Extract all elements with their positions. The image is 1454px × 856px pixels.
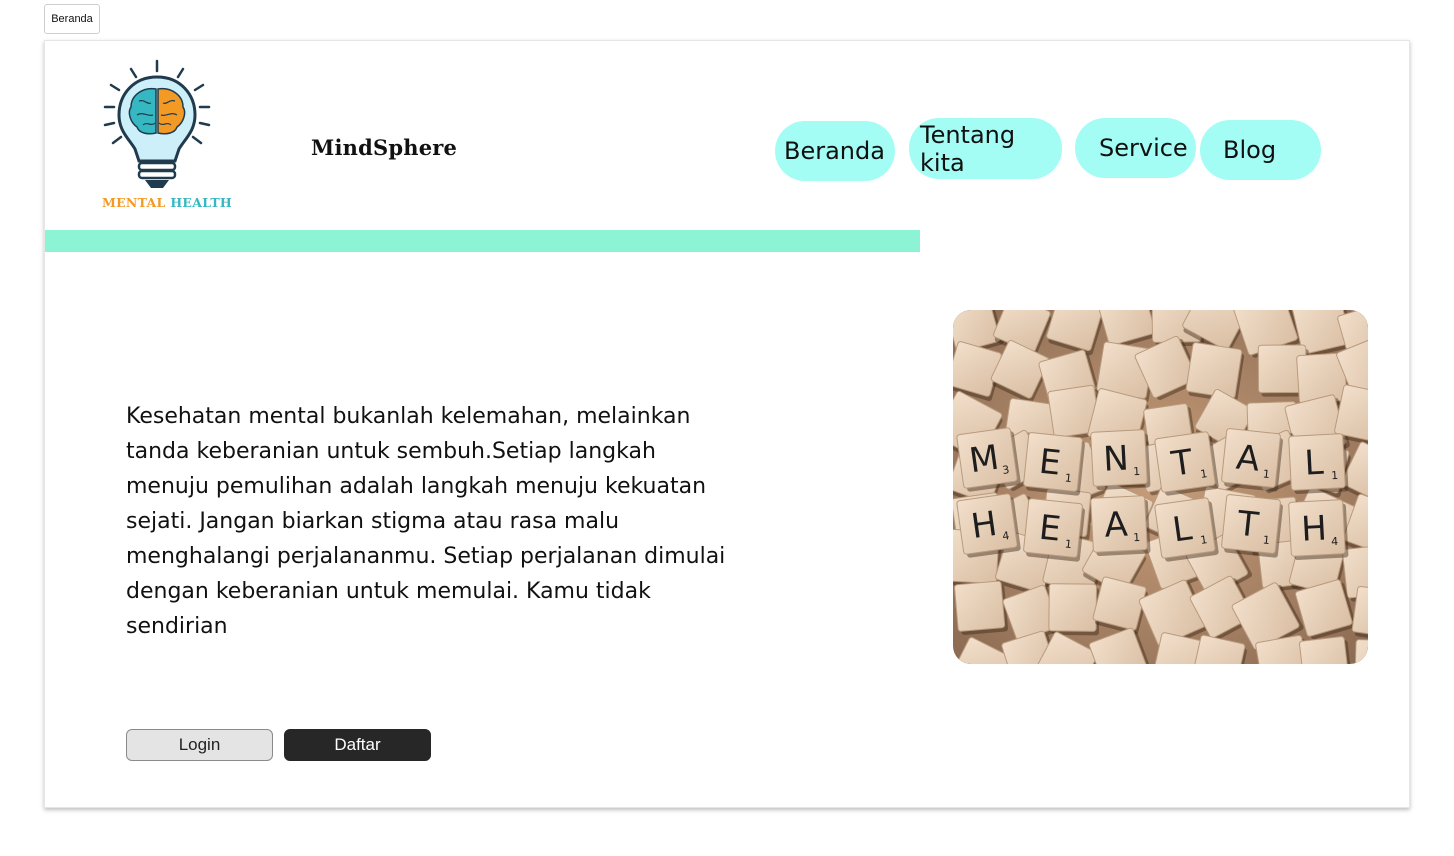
tile-row2-3: L1	[1154, 497, 1219, 562]
nav-tentang-kita[interactable]: Tentang kita	[909, 118, 1062, 179]
nav-beranda-label: Beranda	[784, 137, 885, 165]
logo-word-health: HEALTH	[170, 195, 233, 210]
brand-name: MindSphere	[311, 135, 458, 160]
tile-letter: E	[1037, 442, 1063, 484]
login-button[interactable]: Login	[126, 729, 273, 761]
accent-bar	[45, 230, 920, 252]
tile-score: 1	[1331, 469, 1339, 482]
tile-letter: T	[1234, 504, 1260, 546]
mental-health-tiles-image: M3E1N1T1A1L1H4E1A1L1T1H4	[953, 310, 1368, 664]
browser-tab-beranda[interactable]: Beranda	[44, 4, 100, 34]
tile-row1-2: N1	[1090, 429, 1151, 491]
tile-score: 1	[1064, 471, 1072, 485]
tile-row1-4: A1	[1221, 428, 1283, 492]
tile-score: 1	[1064, 537, 1072, 551]
nav-blog-label: Blog	[1223, 136, 1277, 164]
tile-row1-0: M3	[956, 427, 1021, 492]
register-button[interactable]: Daftar	[284, 729, 431, 761]
tile-letter: M	[967, 438, 1002, 482]
nav-beranda[interactable]: Beranda	[775, 121, 895, 181]
page-frame: MENTAL HEALTH MindSphere Beranda Tentang…	[44, 40, 1410, 808]
nav-service[interactable]: Service	[1075, 118, 1196, 178]
hero-text: Kesehatan mental bukanlah kelemahan, mel…	[126, 404, 726, 639]
nav-tentang-kita-label: Tentang kita	[920, 120, 1016, 177]
tile-row1-3: T1	[1154, 431, 1219, 496]
logo-wordmark: MENTAL HEALTH	[99, 195, 235, 210]
tile-row2-0: H4	[956, 493, 1021, 558]
tile-letter: H	[1300, 509, 1328, 550]
tile-row2-5: H4	[1288, 499, 1349, 561]
tile-score: 1	[1262, 467, 1270, 481]
tile-score: 4	[1331, 535, 1339, 548]
background-tile	[1354, 639, 1368, 664]
nav-blog[interactable]: Blog	[1200, 120, 1321, 180]
mental-health-logo[interactable]: MENTAL HEALTH	[99, 57, 235, 210]
logo-word-mental: MENTAL	[101, 195, 166, 210]
tile-row2-4: T1	[1221, 494, 1283, 558]
nav-service-label: Service	[1099, 134, 1188, 162]
tile-letter: A	[1234, 438, 1261, 480]
tile-score: 1	[1133, 465, 1141, 478]
tile-letter: E	[1037, 508, 1063, 550]
lightbulb-brain-icon	[103, 59, 211, 188]
tile-letter: A	[1103, 505, 1128, 546]
background-tile	[954, 580, 1009, 636]
background-tile	[1299, 636, 1353, 664]
tile-letter: N	[1102, 439, 1129, 480]
tile-score: 1	[1262, 533, 1270, 547]
tile-row1-5: L1	[1288, 433, 1349, 495]
tile-row2-1: E1	[1023, 498, 1085, 562]
tile-letter: L	[1304, 443, 1325, 484]
background-tile	[1048, 583, 1100, 636]
tile-row1-1: E1	[1023, 432, 1085, 496]
tile-score: 1	[1133, 531, 1141, 544]
tile-row2-2: A1	[1090, 495, 1151, 557]
